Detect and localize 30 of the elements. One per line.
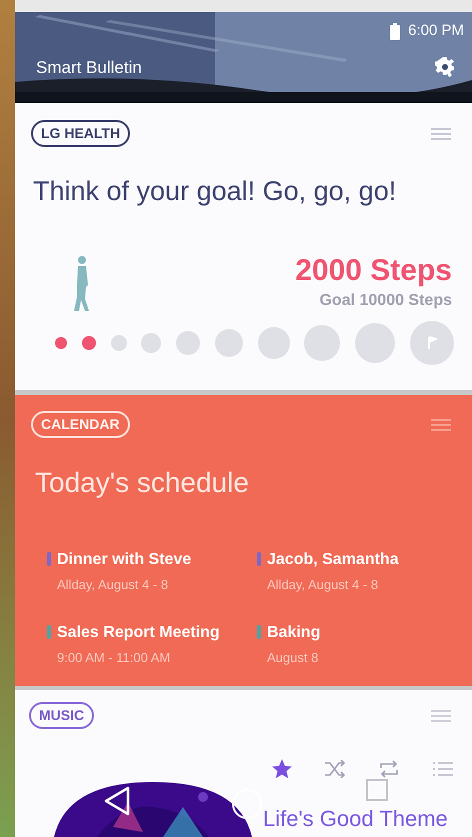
clock-text: 6:00 PM	[408, 21, 464, 41]
filter-icon[interactable]	[430, 708, 452, 724]
recent-apps-icon[interactable]	[365, 778, 389, 802]
card-tag: CALENDAR	[31, 411, 130, 438]
card-headline: Today's schedule	[35, 466, 250, 500]
shuffle-icon[interactable]	[324, 760, 346, 778]
event-time: August 8	[267, 648, 320, 667]
filter-icon[interactable]	[430, 416, 452, 432]
playlist-icon[interactable]	[432, 761, 454, 777]
star-icon[interactable]	[272, 759, 292, 779]
flag-icon	[426, 336, 437, 350]
event-time: Allday, August 4 - 8	[267, 576, 380, 594]
filter-icon[interactable]	[430, 126, 452, 142]
track-title: Life's Good Theme	[263, 805, 448, 833]
card-tag: LG HEALTH	[31, 120, 130, 147]
battery-icon	[390, 22, 400, 40]
event-title: Sales Report Meeting	[57, 622, 220, 642]
steps-goal: Goal 10000 Steps	[319, 291, 452, 311]
event-title: Dinner with Steve	[57, 550, 192, 570]
header-title: Smart Bulletin	[36, 56, 142, 78]
event-title: Jacob, Samantha	[267, 550, 399, 570]
card-headline: Think of your goal! Go, go, go!	[33, 175, 398, 208]
event-time: Allday, August 4 - 8	[57, 576, 170, 594]
event-time: 9:00 AM - 11:00 AM	[57, 648, 172, 666]
card-tag: MUSIC	[29, 702, 94, 729]
back-icon[interactable]	[103, 786, 131, 816]
settings-icon[interactable]	[435, 57, 455, 78]
repeat-icon[interactable]	[378, 759, 400, 779]
steps-count: 2000 Steps	[295, 252, 452, 288]
event-title: Baking	[267, 622, 320, 642]
